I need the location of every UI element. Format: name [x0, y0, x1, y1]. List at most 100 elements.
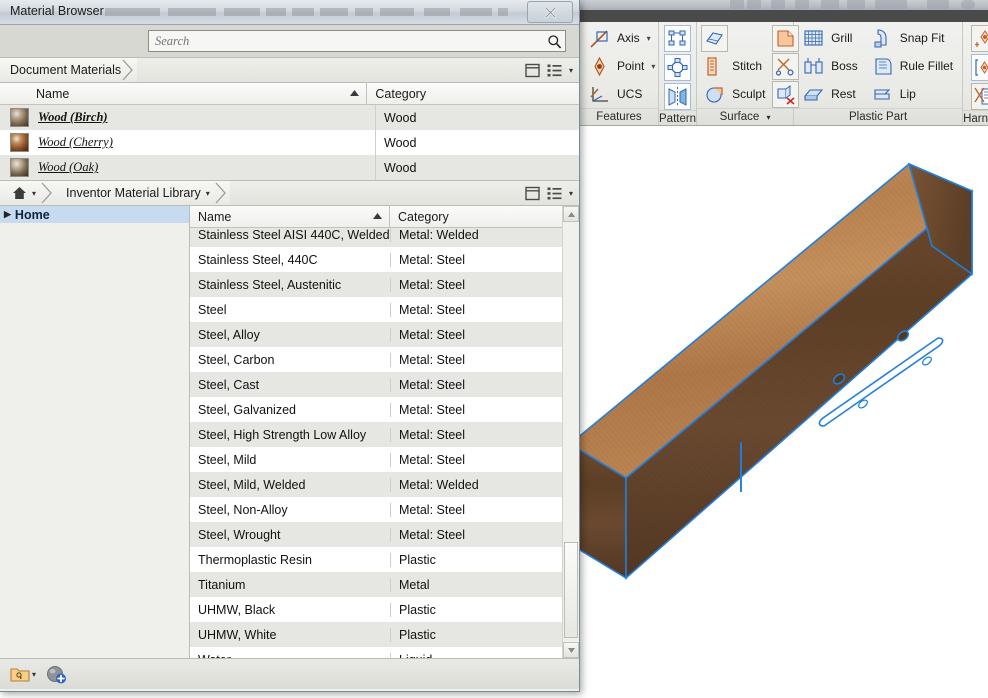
- ribbon-button-grill[interactable]: Grill: [798, 25, 863, 52]
- table-row[interactable]: Wood (Birch) Wood: [0, 105, 579, 130]
- material-name[interactable]: Wood (Cherry): [38, 135, 113, 150]
- table-row[interactable]: Steel, Wrought Metal: Steel: [190, 522, 562, 547]
- ribbon-panel-plastic-part: Grill Boss Rest Snap Fit Rule Fillet Lip…: [794, 22, 964, 125]
- column-header-name[interactable]: Name: [0, 83, 368, 104]
- chevron-down-icon[interactable]: ▾: [569, 66, 573, 75]
- material-category: Metal: Steel: [390, 352, 562, 367]
- column-divider: [375, 155, 376, 180]
- rectangular-pattern-icon[interactable]: [664, 25, 692, 52]
- breadcrumb-home[interactable]: ▾: [0, 181, 57, 205]
- list-view-icon[interactable]: [547, 63, 562, 78]
- material-category: Metal: Steel: [390, 302, 562, 317]
- column-header-name-label: Name: [36, 87, 70, 101]
- material-category: Metal: Welded: [390, 228, 562, 242]
- ribbon-button-ucs[interactable]: UCS: [584, 81, 660, 108]
- home-icon: [13, 187, 26, 199]
- create-harness-icon[interactable]: [970, 25, 988, 52]
- table-row[interactable]: Wood (Cherry) Wood: [0, 130, 579, 155]
- table-row[interactable]: Titanium Metal: [190, 572, 562, 597]
- ribbon-button-point[interactable]: Point ▾: [584, 53, 660, 80]
- table-row[interactable]: Steel, Carbon Metal: Steel: [190, 347, 562, 372]
- table-row[interactable]: WaterLiquid: [190, 647, 562, 658]
- chevron-down-icon[interactable]: ▾: [569, 189, 573, 198]
- breadcrumb-document-materials[interactable]: Document Materials: [0, 58, 138, 82]
- material-name: Steel, Carbon: [198, 352, 275, 367]
- ribbon-button-ucs-label: UCS: [617, 87, 643, 101]
- column-header-name[interactable]: Name: [190, 206, 390, 227]
- material-name[interactable]: Wood (Oak): [38, 160, 98, 175]
- new-material-sphere-icon: [47, 665, 67, 683]
- material-category: Liquid: [390, 652, 562, 658]
- ribbon-button-snap-fit[interactable]: Snap Fit: [867, 25, 958, 52]
- material-name: Water: [190, 653, 390, 659]
- column-header-category[interactable]: Category: [390, 206, 562, 227]
- ribbon-button-patch[interactable]: [701, 25, 770, 52]
- table-row[interactable]: Stainless Steel, 440C Metal: Steel: [190, 247, 562, 272]
- chevron-down-icon[interactable]: ▾: [32, 189, 36, 198]
- ribbon-panels: Axis ▾ Point ▾ UCS Features Pattern Stit…: [580, 22, 988, 126]
- list-view-icon[interactable]: [547, 186, 562, 201]
- work-axis-icon: [586, 25, 613, 52]
- search-input[interactable]: [149, 30, 543, 52]
- material-name[interactable]: Wood (Birch): [38, 110, 108, 125]
- chevron-down-icon[interactable]: ▾: [206, 189, 210, 198]
- new-material-button[interactable]: [46, 665, 67, 684]
- table-row[interactable]: Stainless Steel, Austenitic Metal: Steel: [190, 272, 562, 297]
- table-row[interactable]: Steel, Cast Metal: Steel: [190, 372, 562, 397]
- dialog-titlebar[interactable]: Material Browser: [0, 0, 579, 25]
- search-icon[interactable]: [543, 31, 565, 51]
- caret-up-icon: [567, 211, 575, 217]
- chevron-down-icon[interactable]: ▾: [766, 113, 770, 122]
- chevron-down-icon[interactable]: ▾: [647, 34, 651, 43]
- table-row[interactable]: Steel, High Strength Low Alloy Metal: Ste…: [190, 422, 562, 447]
- ribbon-button-sculpt[interactable]: Sculpt: [701, 81, 770, 108]
- stitch-icon: [701, 53, 728, 80]
- ribbon-button-rest[interactable]: Rest: [798, 81, 863, 108]
- material-name: Thermoplastic Resin: [198, 552, 312, 567]
- scroll-up-button[interactable]: [563, 206, 579, 222]
- ribbon-button-rule-fillet[interactable]: Rule Fillet: [867, 53, 958, 80]
- place-harness-icon[interactable]: [970, 54, 988, 81]
- panel-toggle-icon[interactable]: [525, 63, 540, 78]
- document-materials-rows: Wood (Birch) Wood Wood (Cherry) Wood Woo…: [0, 105, 579, 180]
- chevron-right-icon[interactable]: ▶: [4, 209, 11, 220]
- library-scrollbar[interactable]: [562, 206, 579, 658]
- table-row[interactable]: Steel, Galvanized Metal: Steel: [190, 397, 562, 422]
- close-button[interactable]: [527, 1, 573, 23]
- table-row[interactable]: Steel, Mild, Welded Metal: Welded: [190, 472, 562, 497]
- ribbon-button-boss[interactable]: Boss: [798, 53, 863, 80]
- material-category: Metal: Steel: [390, 377, 562, 392]
- chevron-down-icon[interactable]: ▾: [651, 62, 655, 71]
- chevron-down-icon[interactable]: ▾: [32, 670, 36, 679]
- breadcrumb-inventor-material-library[interactable]: Inventor Material Library ▾: [56, 181, 230, 205]
- tree-item-home-label: Home: [14, 207, 50, 222]
- table-row[interactable]: Wood (Oak) Wood: [0, 155, 579, 180]
- mirror-icon[interactable]: [664, 83, 692, 110]
- table-row[interactable]: Steel Metal: Steel: [190, 297, 562, 322]
- model-viewport[interactable]: [568, 126, 988, 695]
- manage-library-button[interactable]: ▾: [10, 666, 36, 683]
- wood-beam-model[interactable]: [568, 126, 988, 695]
- document-view-options: ▾: [525, 58, 573, 82]
- ribbon-button-lip[interactable]: Lip: [867, 81, 958, 108]
- harness-report-icon[interactable]: [970, 83, 988, 110]
- table-row[interactable]: Stainless Steel AISI 440C, Welded Metal: …: [190, 228, 562, 247]
- table-row[interactable]: UHMW, Black Plastic: [190, 597, 562, 622]
- column-header-category[interactable]: Category: [367, 83, 579, 104]
- table-row[interactable]: Thermoplastic Resin Plastic: [190, 547, 562, 572]
- table-row[interactable]: UHMW, White Plastic: [190, 622, 562, 647]
- tree-item-home[interactable]: ▶ Home: [0, 206, 189, 223]
- table-row[interactable]: Steel, Mild Metal: Steel: [190, 447, 562, 472]
- material-category: Wood: [384, 135, 417, 150]
- material-name: Steel, Alloy: [198, 327, 260, 342]
- scroll-down-button[interactable]: [563, 642, 579, 658]
- ribbon-button-axis[interactable]: Axis ▾: [584, 25, 660, 52]
- panel-toggle-icon[interactable]: [525, 186, 540, 201]
- search-field[interactable]: [148, 30, 566, 52]
- ribbon-button-stitch[interactable]: Stitch: [701, 53, 770, 80]
- circular-pattern-icon[interactable]: [664, 54, 692, 81]
- ribbon-panel-title-features: Features: [580, 108, 658, 126]
- table-row[interactable]: Steel, Non-Alloy Metal: Steel: [190, 497, 562, 522]
- scrollbar-thumb[interactable]: [564, 542, 578, 638]
- table-row[interactable]: Steel, Alloy Metal: Steel: [190, 322, 562, 347]
